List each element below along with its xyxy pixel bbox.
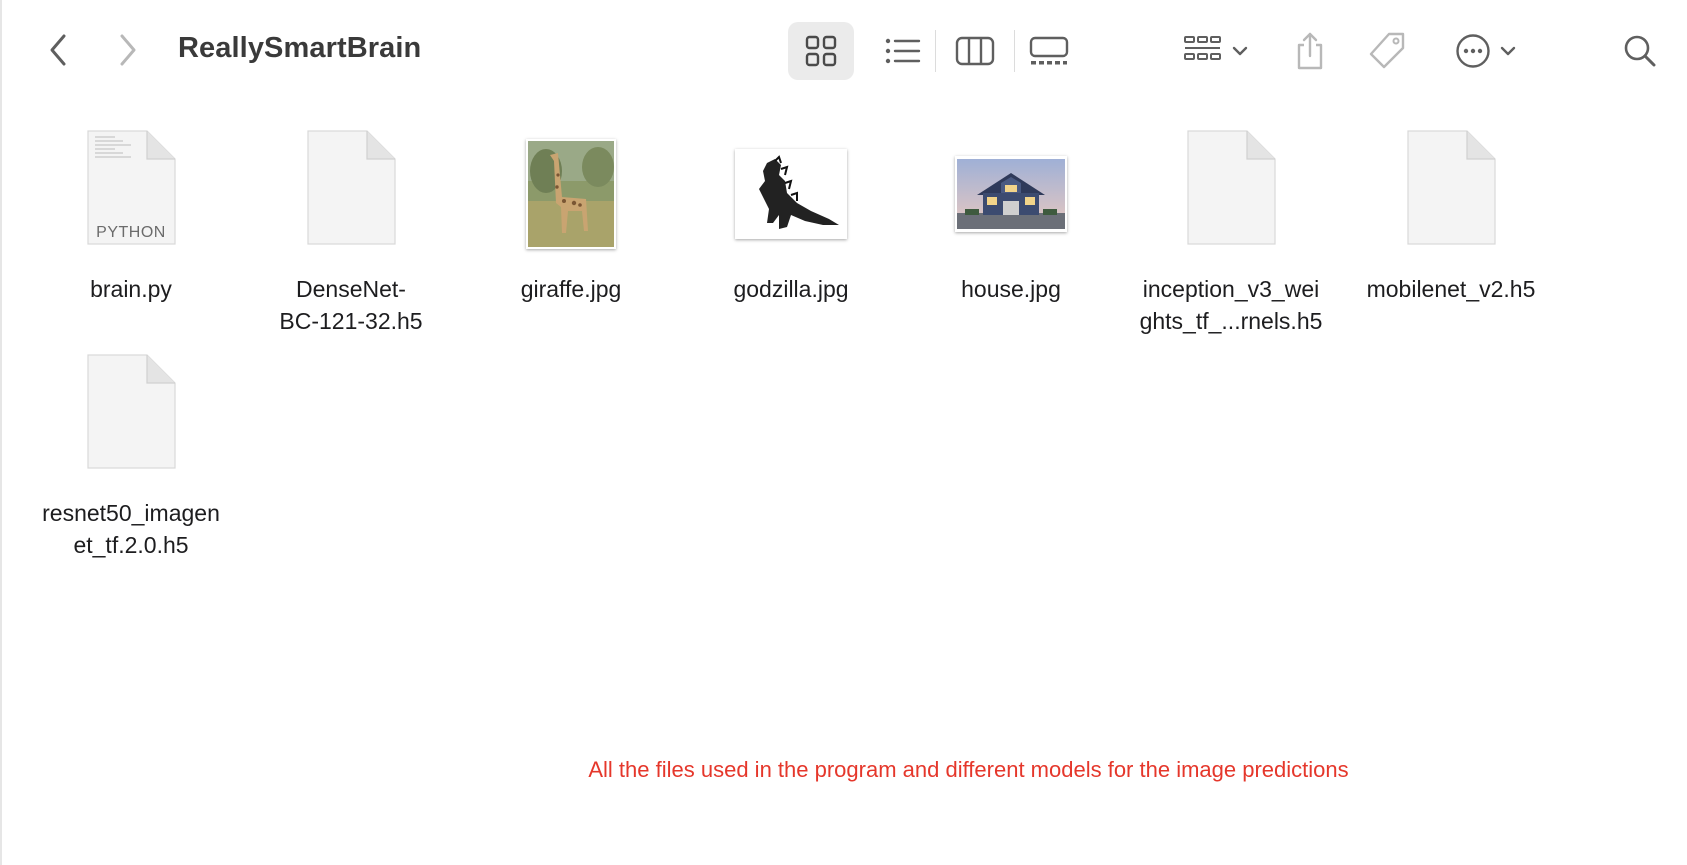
column-view-button[interactable] <box>942 22 1008 80</box>
group-by-icon <box>1184 36 1221 60</box>
icon-view-button[interactable] <box>788 22 854 80</box>
file-name: mobilenet_v2.h5 <box>1366 276 1536 302</box>
chevron-left-icon <box>50 34 66 66</box>
grid-icon <box>805 35 837 67</box>
back-button[interactable] <box>40 28 76 72</box>
house-thumbnail <box>955 156 1067 232</box>
file-name: godzilla.jpg <box>733 276 849 302</box>
gallery-icon <box>1029 36 1069 65</box>
search-icon <box>1624 35 1656 67</box>
annotation-caption: All the files used in the program and di… <box>588 757 1349 782</box>
document-icon <box>1185 129 1277 252</box>
document-icon <box>305 129 397 252</box>
share-button[interactable] <box>1288 22 1332 80</box>
python-file-icon: PYTHON <box>85 129 177 252</box>
giraffe-thumbnail <box>526 139 616 249</box>
tag-button[interactable] <box>1364 22 1410 80</box>
gallery-view-button[interactable] <box>1016 22 1082 80</box>
file-name: giraffe.jpg <box>520 276 622 302</box>
file-name: resnet50_imagen et_tf.2.0.h5 <box>42 500 220 558</box>
chevron-down-icon <box>1500 46 1516 56</box>
document-icon <box>85 353 177 476</box>
columns-icon <box>955 36 995 66</box>
chevron-down-icon <box>1232 46 1248 56</box>
toolbar-divider <box>935 30 936 72</box>
ellipsis-circle-icon <box>1456 34 1490 68</box>
toolbar: ReallySmartBrain <box>0 0 1687 102</box>
window-left-edge <box>0 0 2 865</box>
window-title: ReallySmartBrain <box>178 32 422 64</box>
file-name: brain.py <box>90 276 172 302</box>
godzilla-thumbnail <box>735 149 847 239</box>
list-icon <box>885 38 921 64</box>
chevron-right-icon <box>120 34 136 66</box>
share-icon <box>1297 32 1323 70</box>
file-name: DenseNet- BC-121-32.h5 <box>279 276 423 334</box>
group-by-button[interactable] <box>1176 22 1256 80</box>
file-type-badge: PYTHON <box>96 224 166 241</box>
forward-button[interactable] <box>110 28 146 72</box>
list-view-button[interactable] <box>870 22 936 80</box>
file-name: house.jpg <box>961 276 1061 302</box>
more-actions-button[interactable] <box>1448 22 1524 80</box>
toolbar-divider <box>1014 30 1015 72</box>
tag-icon <box>1369 32 1405 69</box>
file-name: inception_v3_wei ghts_tf_...rnels.h5 <box>1139 276 1323 334</box>
document-icon <box>1405 129 1497 252</box>
search-button[interactable] <box>1618 22 1662 80</box>
